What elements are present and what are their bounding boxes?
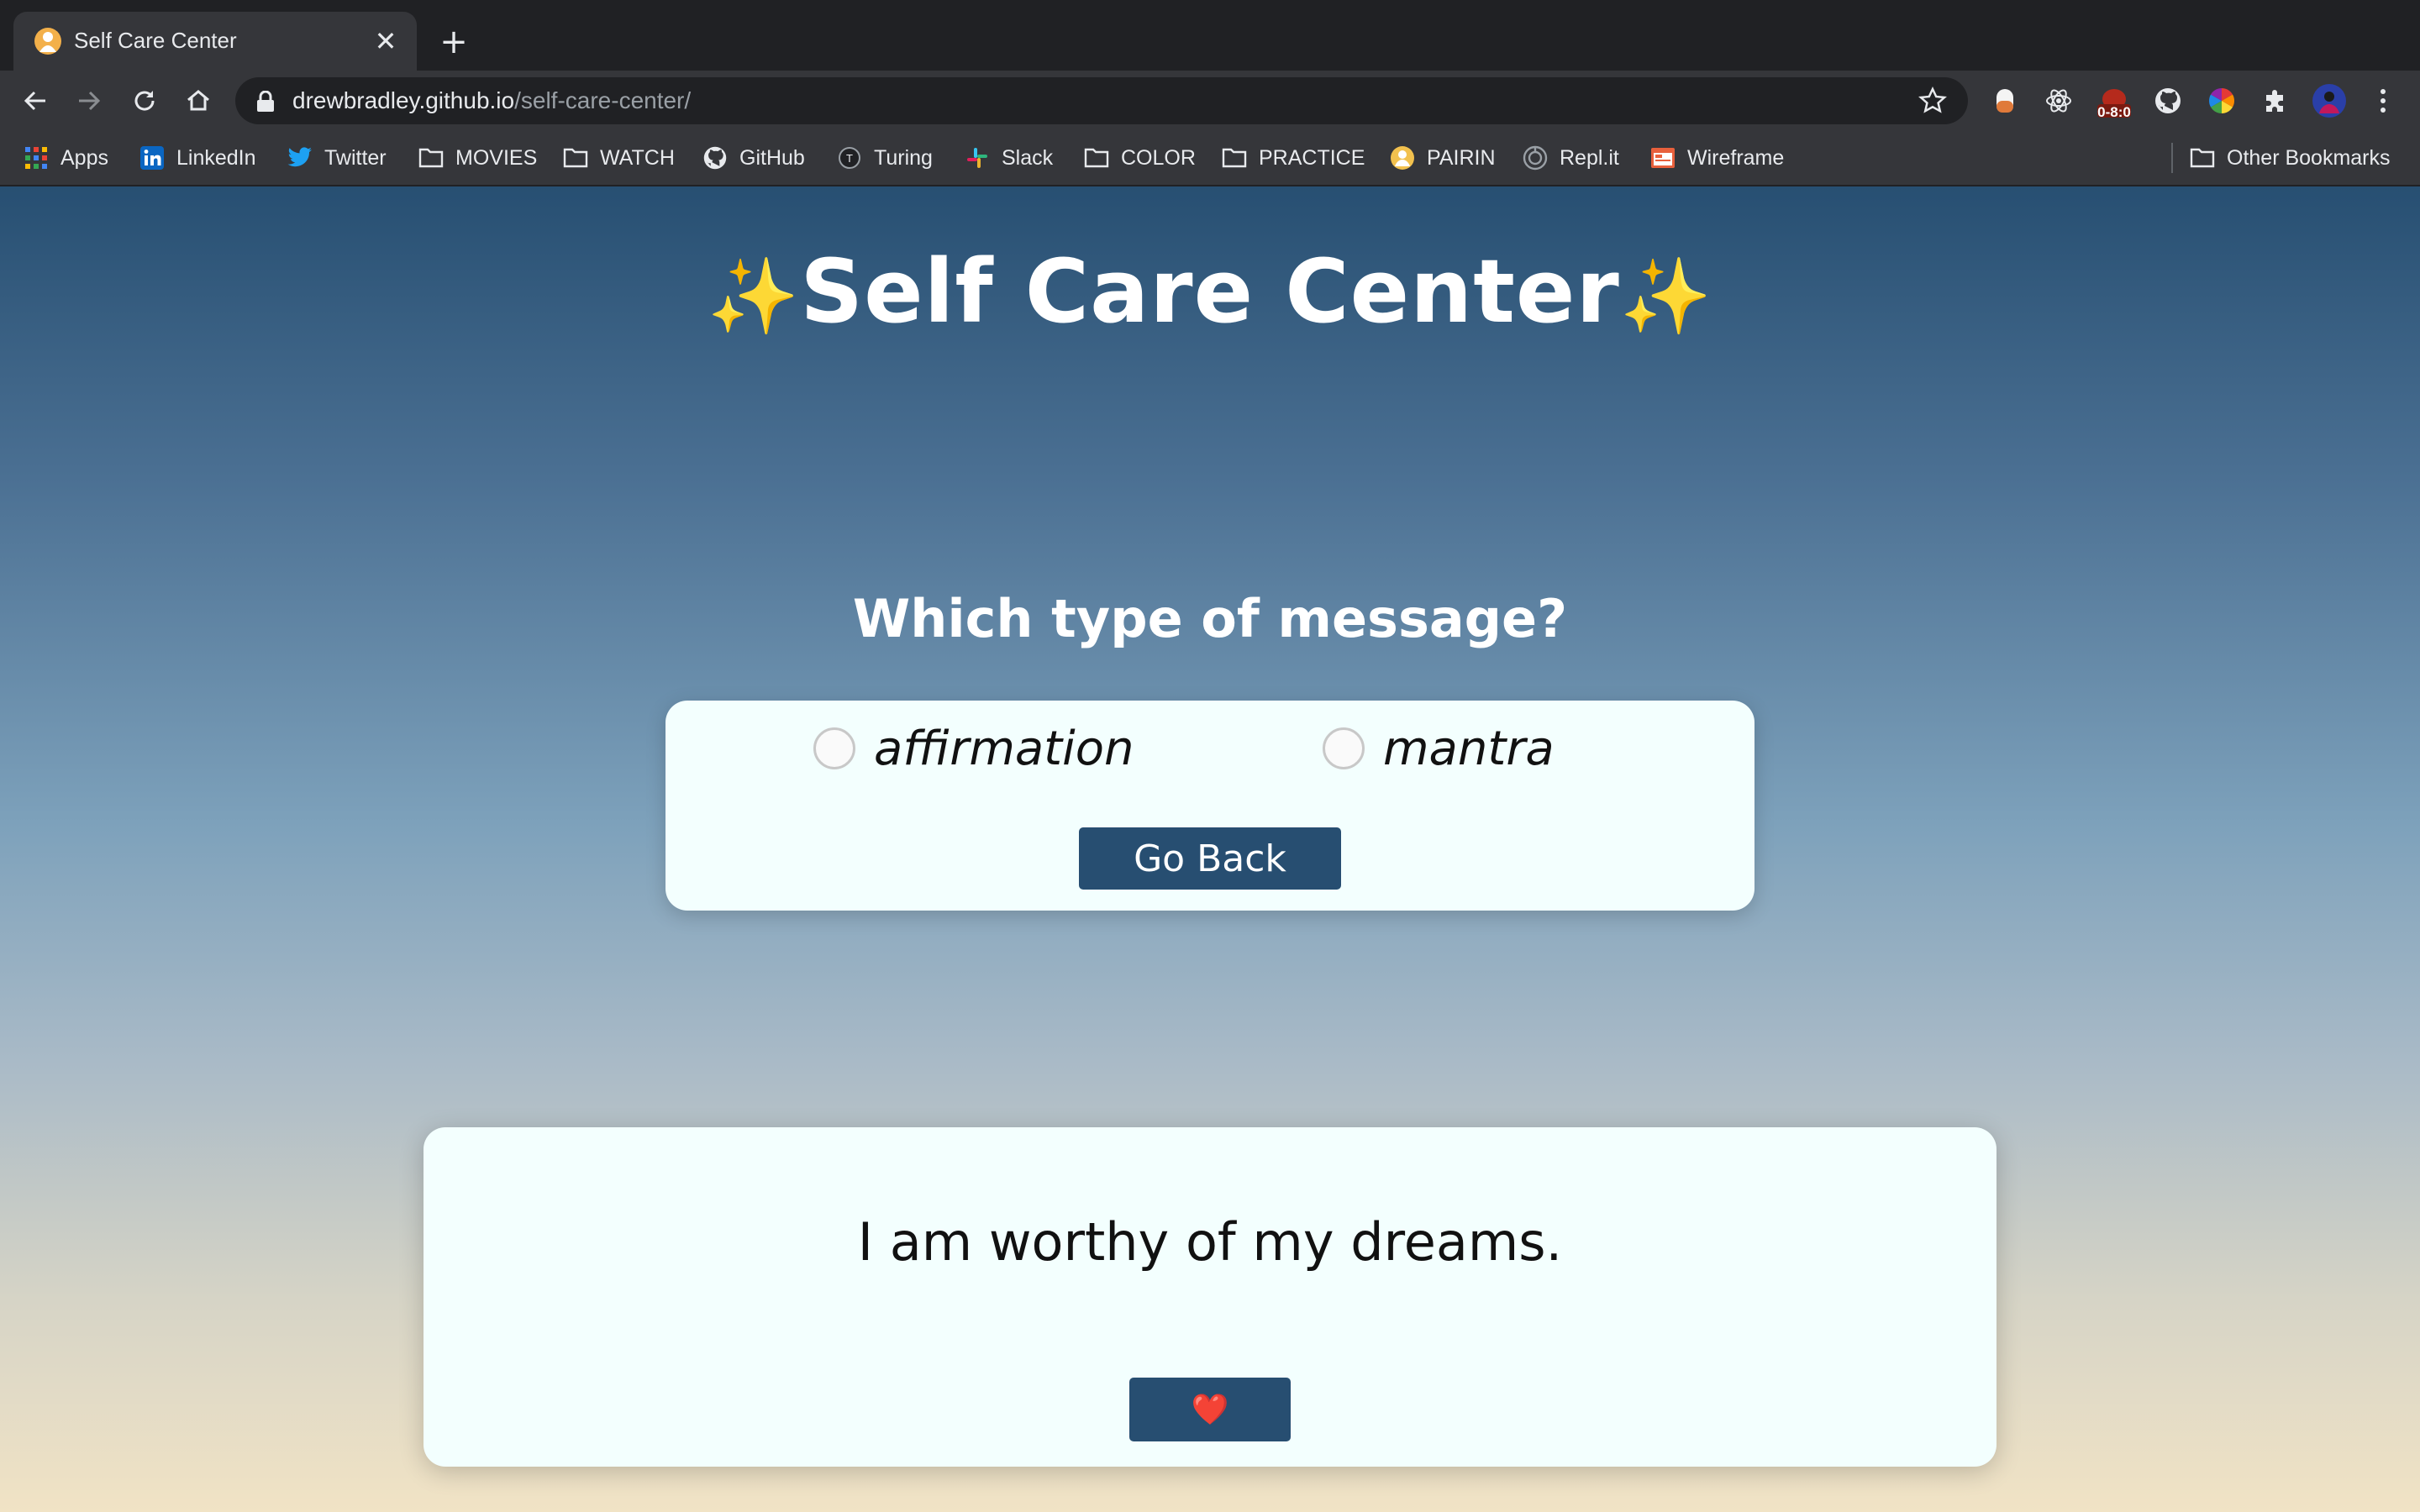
replit-icon [1523,145,1548,171]
bookmark-github[interactable]: GitHub [702,143,805,173]
turing-icon: T [837,145,862,171]
bookmark-label: LinkedIn [176,145,256,170]
mantra-radio[interactable] [1323,727,1365,769]
bookmark-other-bookmarks[interactable]: Other Bookmarks [2190,143,2391,173]
back-icon[interactable] [17,82,54,119]
apps-grid-icon [24,145,49,171]
sparkles-icon: ✨ [707,253,801,339]
browser-toolbar: drewbradley.github.io/self-care-center/ … [0,71,2420,131]
message-type-question: Which type of message? [852,588,1568,649]
bookmarks-bar: Apps LinkedIn Twitter MOVIES WATCH GitHu… [0,131,2420,186]
bookmark-label: PRACTICE [1259,145,1365,170]
bookmark-label: GitHub [739,145,805,170]
bookmark-label: MOVIES [455,145,538,170]
github-icon [702,145,728,171]
option-affirmation[interactable]: affirmation [813,719,1134,778]
github-extension-icon[interactable] [2149,82,2186,119]
folder-icon [1222,145,1247,171]
folder-icon [418,145,444,171]
heart-icon: ❤️ [1191,1393,1229,1427]
go-back-button[interactable]: Go Back [1079,827,1341,890]
home-icon[interactable] [180,82,217,119]
tab-strip: Self Care Center ✕ + [0,0,2420,71]
bookmark-apps[interactable]: Apps [24,143,108,173]
slack-icon [965,145,990,171]
folder-icon [1084,145,1109,171]
bookmark-label: Turing [874,145,933,170]
message-text: I am worthy of my dreams. [857,1211,1563,1273]
tab-close-icon[interactable]: ✕ [371,27,400,55]
new-tab-icon[interactable]: + [437,25,471,59]
bookmark-folder-color[interactable]: COLOR [1084,143,1196,173]
bookmark-label: COLOR [1121,145,1196,170]
bookmark-label: Wireframe [1687,145,1785,170]
bookmark-label: PAIRIN [1427,145,1496,170]
linkedin-icon [139,145,165,171]
bookmarks-divider [2171,143,2173,173]
pairin-icon [1390,145,1415,171]
extension-badge-icon[interactable]: 0-8:0 [2094,82,2134,120]
bookmark-label: Twitter [324,145,387,170]
bookmark-label: Repl.it [1560,145,1619,170]
bookmark-label: WATCH [600,145,675,170]
bookmark-label: Apps [60,145,108,170]
option-mantra[interactable]: mantra [1323,719,1555,778]
extensions-puzzle-icon[interactable] [2257,82,2294,119]
folder-icon [2190,145,2215,171]
reload-icon[interactable] [126,82,163,119]
forward-icon[interactable] [71,82,108,119]
bookmark-linkedin[interactable]: LinkedIn [139,143,256,173]
affirmation-radio[interactable] [813,727,855,769]
lock-icon [257,91,274,112]
url-text: drewbradley.github.io/self-care-center/ [292,86,691,116]
bookmark-label: Slack [1002,145,1054,170]
wireframe-icon [1650,145,1676,171]
sparkles-icon: ✨ [1619,253,1713,339]
extension-capsule-icon[interactable] [1986,82,2023,119]
bookmark-folder-watch[interactable]: WATCH [563,143,675,173]
bookmark-slack[interactable]: Slack [965,143,1053,173]
folder-icon [563,145,588,171]
more-menu-icon[interactable] [2365,82,2402,119]
address-bar[interactable]: drewbradley.github.io/self-care-center/ [235,77,1968,124]
react-devtools-icon[interactable] [2040,82,2077,119]
bookmark-turing[interactable]: T Turing [837,143,933,173]
twitter-icon [287,145,313,171]
profile-avatar-icon[interactable] [2311,82,2348,119]
bookmark-wireframe[interactable]: Wireframe [1650,143,1784,173]
message-card: I am worthy of my dreams. ❤️ [424,1127,1996,1467]
bookmark-replit[interactable]: Repl.it [1523,143,1619,173]
favorite-button[interactable]: ❤️ [1129,1378,1291,1441]
color-wheel-icon[interactable] [2203,82,2240,119]
extension-badge-text: 0-8:0 [2097,104,2131,120]
affirmation-label: affirmation [874,721,1134,776]
bookmark-folder-practice[interactable]: PRACTICE [1222,143,1365,173]
bookmark-star-icon[interactable] [1918,86,1948,116]
tab-title: Self Care Center [74,28,237,53]
bookmark-folder-movies[interactable]: MOVIES [418,143,537,173]
bookmark-pairin[interactable]: PAIRIN [1390,143,1496,173]
bookmark-label: Other Bookmarks [2227,145,2391,170]
tab-favicon-icon [34,28,61,55]
message-type-card: affirmation mantra Go Back [666,701,1754,911]
bookmark-twitter[interactable]: Twitter [287,143,387,173]
url-path: /self-care-center/ [514,87,692,113]
mantra-label: mantra [1383,721,1555,776]
svg-text:T: T [846,152,853,165]
url-host: drewbradley.github.io [292,87,515,113]
self-care-page: ✨Self Care Center✨ Which type of message… [0,186,2420,1512]
page-title: ✨Self Care Center✨ [0,240,2420,343]
browser-tab[interactable]: Self Care Center ✕ [13,12,417,71]
page-title-text: Self Care Center [800,240,1620,343]
